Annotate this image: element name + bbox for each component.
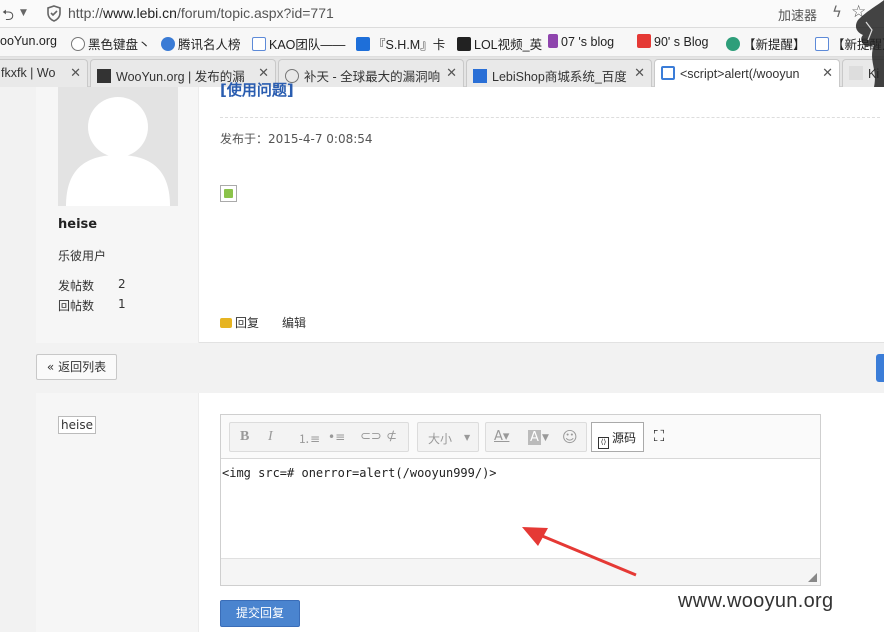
link-icon[interactable]: ⊂⊃ — [360, 429, 382, 444]
post-title: [使用问题] — [220, 81, 294, 99]
shield-icon — [161, 37, 175, 51]
back-icon[interactable]: ⮌ — [2, 5, 14, 30]
default-avatar-icon — [58, 87, 178, 206]
source-icon: ⟨⟩ — [598, 437, 609, 449]
ordered-list-icon[interactable]: ⒈≡ — [298, 430, 320, 447]
site-icon — [661, 66, 675, 80]
title-divider — [220, 117, 880, 118]
chevron-down-icon: ▼ — [464, 433, 471, 442]
author-group: 乐彼用户 — [58, 249, 107, 263]
reply-user-sidebar: heise — [36, 393, 199, 632]
site-icon — [637, 34, 651, 48]
site-icon — [726, 37, 740, 51]
watermark: www.wooyun.org — [678, 590, 834, 612]
broken-image-icon — [220, 185, 237, 202]
background-color-icon[interactable]: A — [528, 430, 541, 445]
star-icon — [71, 37, 85, 51]
chevron-down-icon[interactable]: ▼ — [542, 433, 549, 443]
font-color-icon[interactable]: A▾ — [494, 429, 509, 444]
unordered-list-icon[interactable]: •≡ — [328, 430, 345, 444]
italic-icon[interactable]: I — [268, 429, 273, 445]
bookmark-item[interactable]: KAO团队—— — [252, 34, 345, 53]
close-icon[interactable]: ✕ — [634, 65, 645, 81]
browser-tab[interactable]: 补天 - 全球最大的漏洞响 ✕ — [278, 59, 464, 87]
bookmarks-bar: ooYun.org 黑色键盘丶 腾讯名人榜 KAO团队—— 『S.H.M』卡 L… — [0, 28, 884, 57]
close-icon[interactable]: ✕ — [822, 65, 833, 81]
unlink-icon[interactable]: ⊄ — [386, 429, 397, 444]
avatar[interactable] — [58, 87, 178, 206]
browser-tab[interactable]: Ki — [842, 59, 884, 87]
rich-text-editor: B I ⒈≡ •≡ ⊂⊃ ⊄ 大小 ▼ A▾ A ▼ ☺ ⟨⟩ 源码 ⛶ <im… — [220, 414, 821, 586]
bookmark-item[interactable]: 黑色键盘丶 — [71, 34, 151, 53]
browser-tab[interactable]: LebiShop商城系统_百度 ✕ — [466, 59, 652, 87]
browser-tab[interactable]: fkxfk | Wo ✕ — [0, 59, 88, 87]
url-field[interactable]: http://www.lebi.cn/forum/topic.aspx?id=7… — [68, 5, 334, 21]
font-size-label: 大小 — [428, 432, 453, 446]
bookmark-item[interactable]: 90' s Blog — [637, 34, 709, 49]
tab-strip: fkxfk | Wo ✕ WooYun.org | 发布的漏 ✕ 补天 - 全球最大… — [0, 57, 884, 88]
bookmark-item[interactable]: 【新提醒】 — [815, 34, 884, 53]
format-group: B I ⒈≡ •≡ ⊂⊃ ⊄ — [229, 422, 409, 452]
editor-toolbar: B I ⒈≡ •≡ ⊂⊃ ⊄ 大小 ▼ A▾ A ▼ ☺ ⟨⟩ 源码 ⛶ — [221, 415, 820, 459]
post-author-sidebar: heise 乐彼用户 发帖数 2 回帖数 1 — [36, 87, 199, 343]
accelerator-button[interactable]: 加速器 — [778, 5, 817, 24]
reply-link[interactable]: 回复 — [220, 314, 259, 331]
bookmark-item[interactable]: ooYun.org — [0, 34, 57, 48]
source-code-button[interactable]: ⟨⟩ 源码 — [591, 422, 644, 452]
close-icon[interactable]: ✕ — [446, 65, 457, 81]
bookmark-item[interactable]: LOL视频_英 — [457, 34, 542, 53]
site-icon — [457, 37, 471, 51]
emoji-icon[interactable]: ☺ — [562, 428, 578, 446]
page-icon — [252, 37, 266, 51]
favorite-star-icon[interactable]: ☆ — [851, 2, 866, 22]
reply-username: heise — [58, 416, 96, 434]
bookmark-item[interactable]: 『S.H.M』卡 — [356, 34, 445, 53]
browser-tab-active[interactable]: <script>alert(/wooyun ✕ — [654, 59, 840, 88]
back-to-list-button[interactable]: « 返回列表 — [36, 354, 117, 380]
site-icon — [849, 66, 863, 80]
author-name[interactable]: heise — [58, 217, 97, 232]
edit-link[interactable]: 编辑 — [282, 314, 306, 331]
site-icon — [548, 34, 558, 48]
address-bar: ⮌ ▼ http://www.lebi.cn/forum/topic.aspx?… — [0, 0, 884, 28]
author-stat-posts: 发帖数 2 — [58, 277, 126, 293]
page-icon — [815, 37, 829, 51]
color-group: A▾ A ▼ ☺ — [485, 422, 587, 452]
author-stat-replies: 回帖数 1 — [58, 297, 126, 313]
comment-icon — [220, 318, 232, 328]
fullscreen-icon[interactable]: ⛶ — [644, 422, 674, 452]
bookmark-item[interactable]: 腾讯名人榜 — [161, 34, 241, 53]
submit-reply-button[interactable]: 提交回复 — [220, 600, 300, 627]
chevron-down-icon[interactable]: ▼ — [20, 8, 27, 18]
shield-icon — [47, 5, 61, 22]
editor-statusbar — [221, 558, 820, 585]
post-date: 发布于：2015-4-7 0:08:54 — [220, 132, 373, 146]
site-icon — [356, 37, 370, 51]
topic-post: heise 乐彼用户 发帖数 2 回帖数 1 [使用问题] 发布于：2015-4-7… — [36, 81, 884, 343]
font-size-select[interactable]: 大小 ▼ — [417, 422, 479, 452]
bookmark-item[interactable]: 【新提醒】 — [726, 34, 806, 53]
bolt-icon[interactable]: ϟ — [832, 3, 842, 21]
resize-handle-icon[interactable] — [808, 573, 817, 582]
close-icon[interactable]: ✕ — [70, 65, 81, 81]
site-icon — [97, 69, 111, 83]
bold-icon[interactable]: B — [240, 429, 249, 445]
baidu-paw-icon — [473, 69, 487, 83]
new-topic-button[interactable] — [876, 354, 884, 382]
editor-source-content[interactable]: <img src=# onerror=alert(/wooyun999/)> — [222, 466, 497, 480]
forum-page: heise 乐彼用户 发帖数 2 回帖数 1 [使用问题] 发布于：2015-4-7… — [0, 81, 884, 632]
bookmark-item[interactable]: 07 's blog — [548, 34, 614, 49]
